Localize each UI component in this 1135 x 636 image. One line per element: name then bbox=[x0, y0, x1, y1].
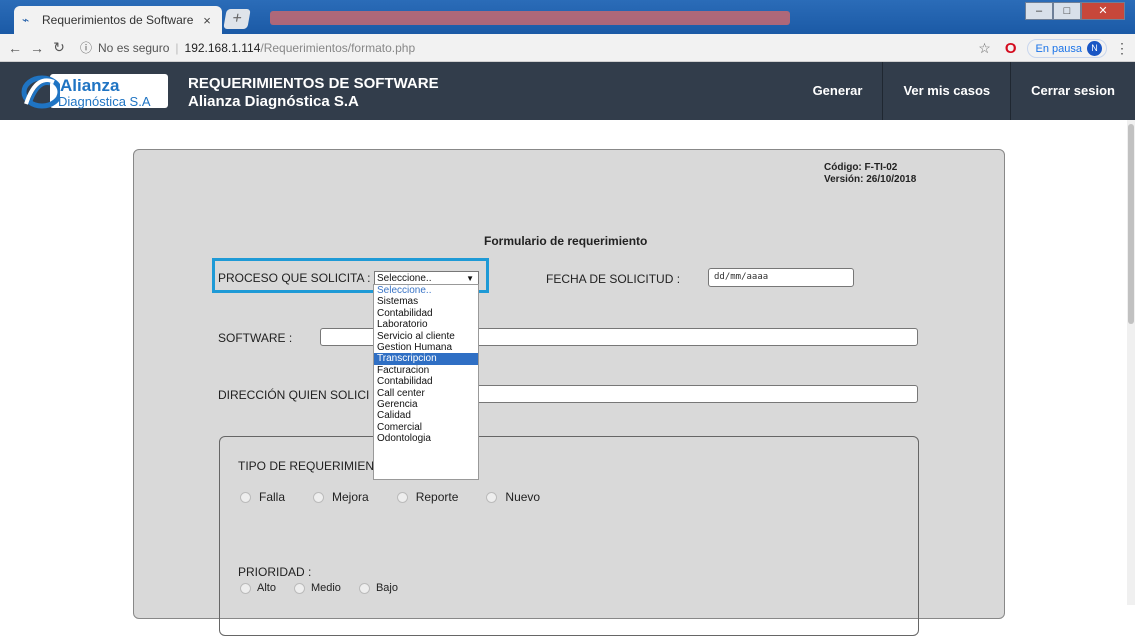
software-label: SOFTWARE : bbox=[218, 331, 293, 345]
dropdown-option[interactable]: Laboratorio bbox=[374, 319, 478, 330]
priority-radio-group: Alto Medio Bajo bbox=[240, 582, 426, 594]
opera-extension-icon[interactable]: O bbox=[1005, 40, 1017, 57]
window-controls: – □ ✕ bbox=[1025, 2, 1125, 20]
type-option-reporte[interactable]: Reporte bbox=[396, 490, 459, 504]
dropdown-option[interactable]: Call center bbox=[374, 388, 478, 399]
logo-swirl-icon bbox=[21, 75, 60, 109]
radio-icon[interactable] bbox=[396, 491, 408, 503]
type-option-nuevo[interactable]: Nuevo bbox=[486, 490, 540, 504]
reload-icon[interactable]: ↻ bbox=[48, 39, 70, 56]
type-option-mejora[interactable]: Mejora bbox=[313, 490, 369, 504]
type-option-label: Mejora bbox=[332, 490, 369, 504]
tab-title: Requerimientos de Software bbox=[42, 13, 194, 27]
form-title: Formulario de requerimiento bbox=[484, 234, 648, 248]
priority-option-medio[interactable]: Medio bbox=[293, 582, 341, 594]
nav-ver-mis-casos[interactable]: Ver mis casos bbox=[882, 62, 1010, 120]
dropdown-option[interactable]: Odontologia bbox=[374, 433, 478, 444]
bookmark-star-icon[interactable]: ☆ bbox=[978, 40, 991, 57]
form-code-block: Código: F-TI-02 Versión: 26/10/2018 bbox=[824, 162, 916, 186]
avatar: N bbox=[1087, 41, 1102, 56]
requirement-type-section: TIPO DE REQUERIMIEN Falla Mejora Reporte… bbox=[219, 436, 919, 636]
tab-close-icon[interactable]: × bbox=[200, 13, 214, 28]
maximize-icon[interactable]: □ bbox=[1053, 2, 1081, 20]
process-select-value: Seleccione.. bbox=[377, 273, 432, 284]
url-field[interactable]: ⓘ No es seguro | 192.168.1.114 /Requerim… bbox=[80, 39, 415, 56]
process-dropdown-list: Seleccione.. Sistemas Contabilidad Laborato… bbox=[373, 284, 479, 480]
forward-icon[interactable]: → bbox=[26, 40, 48, 56]
radio-icon[interactable] bbox=[240, 582, 251, 594]
url-path: /Requerimientos/formato.php bbox=[260, 40, 416, 55]
site-header: Alianza Diagnóstica S.A REQUERIMIENTOS D… bbox=[0, 62, 1135, 120]
priority-label: PRIORIDAD : bbox=[238, 565, 312, 579]
profile-button[interactable]: En pausa N bbox=[1026, 39, 1107, 58]
dropdown-option[interactable]: Comercial bbox=[374, 422, 478, 433]
toolbar-right: ☆ O En pausa N ⋮ bbox=[978, 39, 1129, 58]
priority-option-label: Medio bbox=[310, 582, 341, 594]
radio-icon[interactable] bbox=[486, 491, 498, 503]
address-input[interactable] bbox=[464, 385, 918, 403]
priority-option-alto[interactable]: Alto bbox=[240, 582, 276, 594]
type-radio-group: Falla Mejora Reporte Nuevo bbox=[240, 490, 568, 504]
blurred-window-title bbox=[270, 11, 790, 25]
new-tab-button[interactable]: + bbox=[223, 9, 251, 29]
url-host: 192.168.1.114 bbox=[184, 40, 261, 55]
radio-icon[interactable] bbox=[293, 582, 305, 594]
profile-status: En pausa bbox=[1035, 42, 1082, 55]
page-scrollbar[interactable] bbox=[1127, 120, 1135, 605]
radio-icon[interactable] bbox=[358, 582, 370, 594]
priority-option-bajo[interactable]: Bajo bbox=[358, 582, 398, 594]
scrollbar-thumb[interactable] bbox=[1128, 124, 1134, 324]
minimize-icon[interactable]: – bbox=[1025, 2, 1053, 20]
date-label: FECHA DE SOLICITUD : bbox=[546, 272, 681, 286]
browser-tab[interactable]: ⌁ Requerimientos de Software × bbox=[14, 6, 222, 34]
radio-icon[interactable] bbox=[313, 491, 325, 503]
logo-subtitle: Diagnóstica S.A bbox=[58, 94, 151, 109]
title-line-1: REQUERIMIENTOS DE SOFTWARE bbox=[188, 75, 439, 92]
browser-menu-icon[interactable]: ⋮ bbox=[1115, 40, 1129, 57]
date-field[interactable]: dd/mm/aaaa bbox=[708, 268, 854, 287]
dropdown-option[interactable]: Contabilidad bbox=[374, 376, 478, 387]
dropdown-option[interactable]: Calidad bbox=[374, 410, 478, 421]
title-line-2: Alianza Diagnóstica S.A bbox=[188, 93, 359, 110]
close-window-icon[interactable]: ✕ bbox=[1081, 2, 1125, 20]
process-label: PROCESO QUE SOLICITA : bbox=[218, 271, 371, 285]
type-option-label: Nuevo bbox=[505, 490, 541, 504]
company-logo[interactable]: Alianza Diagnóstica S.A bbox=[20, 72, 170, 112]
type-label: TIPO DE REQUERIMIEN bbox=[238, 459, 375, 473]
main-nav: Generar Ver mis casos Cerrar sesion bbox=[793, 62, 1135, 120]
dropdown-option[interactable]: Facturacion bbox=[374, 365, 478, 376]
type-option-label: Falla bbox=[259, 490, 286, 504]
dropdown-option[interactable]: Gestion Humana bbox=[374, 342, 478, 353]
nav-cerrar-sesion[interactable]: Cerrar sesion bbox=[1010, 62, 1135, 120]
address-bar: ← → ↻ ⓘ No es seguro | 192.168.1.114 /Re… bbox=[0, 34, 1135, 62]
form-version: Versión: 26/10/2018 bbox=[824, 174, 917, 185]
priority-option-label: Alto bbox=[257, 582, 276, 594]
dropdown-option[interactable]: Contabilidad bbox=[374, 308, 478, 319]
form-code: Código: F-TI-02 bbox=[824, 162, 898, 173]
dropdown-option[interactable]: Transcripcion bbox=[374, 353, 478, 365]
radio-icon[interactable] bbox=[240, 491, 251, 503]
browser-tabstrip: ⌁ Requerimientos de Software × + – □ ✕ bbox=[0, 0, 1135, 34]
info-icon[interactable]: ⓘ bbox=[80, 39, 92, 56]
dropdown-option[interactable]: Sistemas bbox=[374, 296, 478, 307]
site-favicon-icon: ⌁ bbox=[22, 13, 30, 27]
url-separator: | bbox=[175, 40, 179, 55]
dropdown-option[interactable]: Servicio al cliente bbox=[374, 331, 478, 342]
dropdown-option[interactable]: Gerencia bbox=[374, 399, 478, 410]
address-label: DIRECCIÓN QUIEN SOLICI bbox=[218, 388, 370, 402]
dropdown-option[interactable]: Seleccione.. bbox=[374, 285, 478, 296]
logo-name: Alianza bbox=[60, 76, 120, 95]
type-option-falla[interactable]: Falla bbox=[240, 490, 285, 504]
nav-generar[interactable]: Generar bbox=[793, 62, 883, 120]
priority-option-label: Bajo bbox=[375, 582, 398, 594]
requirement-form: Código: F-TI-02 Versión: 26/10/2018 Form… bbox=[133, 149, 1005, 636]
type-option-label: Reporte bbox=[415, 490, 459, 504]
back-icon[interactable]: ← bbox=[4, 40, 26, 56]
security-label: No es seguro bbox=[98, 40, 170, 55]
page-title: REQUERIMIENTOS DE SOFTWARE Alianza Diagn… bbox=[188, 75, 439, 111]
